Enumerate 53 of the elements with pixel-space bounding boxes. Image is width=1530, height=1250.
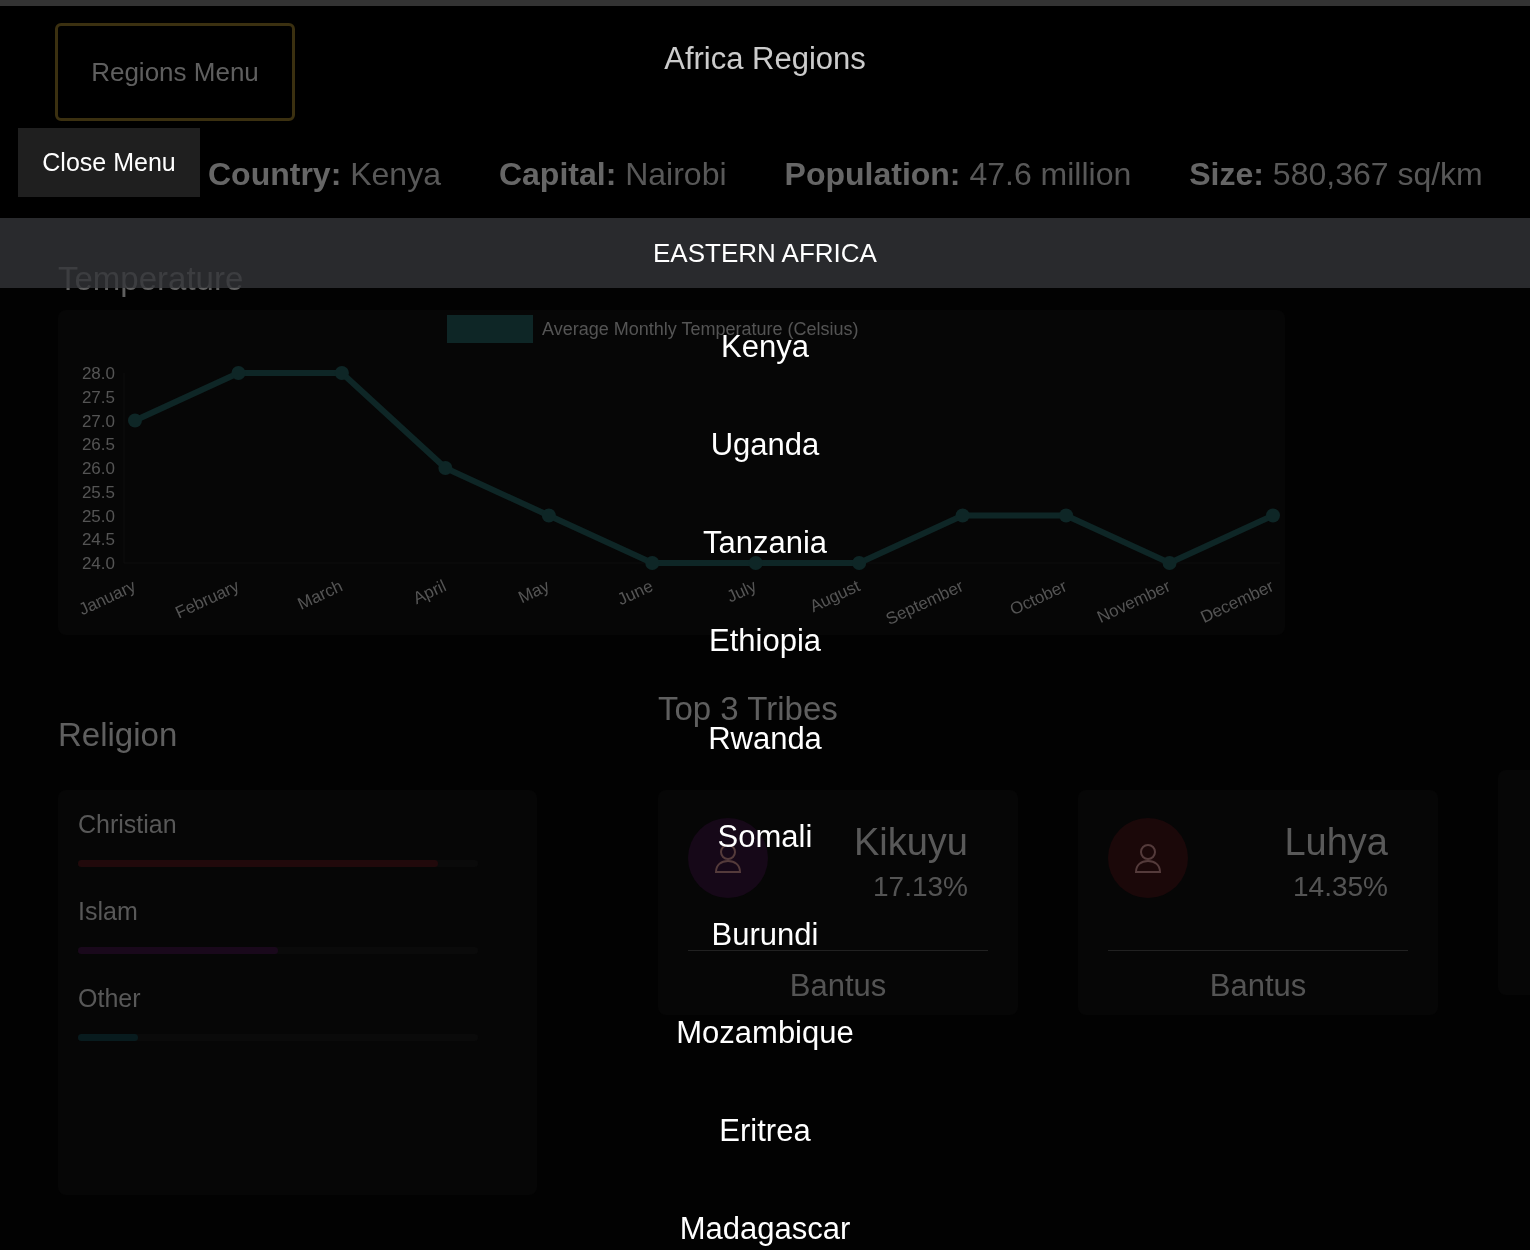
- country-link[interactable]: Eritrea: [719, 1113, 811, 1149]
- tribe-name: Kikuyu: [853, 819, 968, 865]
- info-field: Country: Kenya: [208, 150, 441, 198]
- data-point: [645, 556, 660, 571]
- data-point: [852, 556, 867, 571]
- data-point: [955, 508, 970, 523]
- axis-tick-label: July: [724, 576, 760, 607]
- country-link[interactable]: Madagascar: [679, 1211, 851, 1247]
- data-point: [334, 366, 349, 381]
- country-link[interactable]: Somali: [717, 819, 813, 855]
- close-menu-button[interactable]: Close Menu: [18, 128, 200, 197]
- axis-tick-label: May: [515, 576, 553, 608]
- axis-tick-label: 24.5: [81, 530, 115, 550]
- tribe-group: Bantus: [789, 962, 887, 1010]
- axis-tick-label: 27.5: [81, 387, 115, 407]
- axis-tick-label: April: [410, 576, 450, 609]
- tribe-share: 17.13%: [873, 869, 968, 904]
- axis-tick-label: 26.5: [81, 435, 115, 455]
- info-field: Population: 47.6 million: [784, 150, 1132, 198]
- page-title: Africa Regions: [664, 40, 866, 78]
- tribe-name: Luhya: [1284, 819, 1388, 865]
- section-heading: Temperature: [58, 259, 244, 299]
- country-link[interactable]: Tanzania: [702, 525, 828, 561]
- axis-tick-label: June: [614, 576, 656, 610]
- axis-tick-label: 25.0: [81, 506, 115, 526]
- tribe-group: Bantus: [1209, 962, 1307, 1010]
- data-point: [1266, 508, 1280, 523]
- country-link[interactable]: Mozambique: [676, 1015, 854, 1051]
- country-link[interactable]: Burundi: [711, 917, 819, 953]
- religion-label: Other: [78, 982, 141, 1014]
- data-point: [748, 556, 763, 571]
- person-icon: [1133, 841, 1163, 874]
- data-point: [128, 413, 142, 428]
- data-point: [438, 461, 453, 476]
- data-point: [541, 508, 556, 523]
- country-link[interactable]: Ethiopia: [709, 623, 821, 659]
- data-point: [1162, 556, 1177, 571]
- axis-tick-label: 28.0: [81, 364, 115, 384]
- religion-label: Islam: [78, 895, 138, 927]
- country-link[interactable]: Rwanda: [708, 721, 822, 757]
- data-point: [231, 366, 246, 381]
- religion-label: Christian: [78, 808, 177, 840]
- axis-tick-label: 24.0: [81, 554, 115, 574]
- info-field: Size: 580,367 sq/km: [1189, 150, 1483, 198]
- tribe-share: 14.35%: [1293, 869, 1388, 904]
- axis-tick-label: March: [294, 576, 346, 614]
- axis-tick-label: 27.0: [81, 411, 115, 431]
- data-point: [1059, 508, 1074, 523]
- country-link[interactable]: Uganda: [710, 427, 820, 463]
- info-field: Capital: Nairobi: [498, 150, 727, 198]
- section-heading: Religion: [58, 715, 178, 756]
- axis-tick-label: 26.0: [81, 459, 115, 479]
- axis-tick-label: 25.5: [81, 482, 115, 502]
